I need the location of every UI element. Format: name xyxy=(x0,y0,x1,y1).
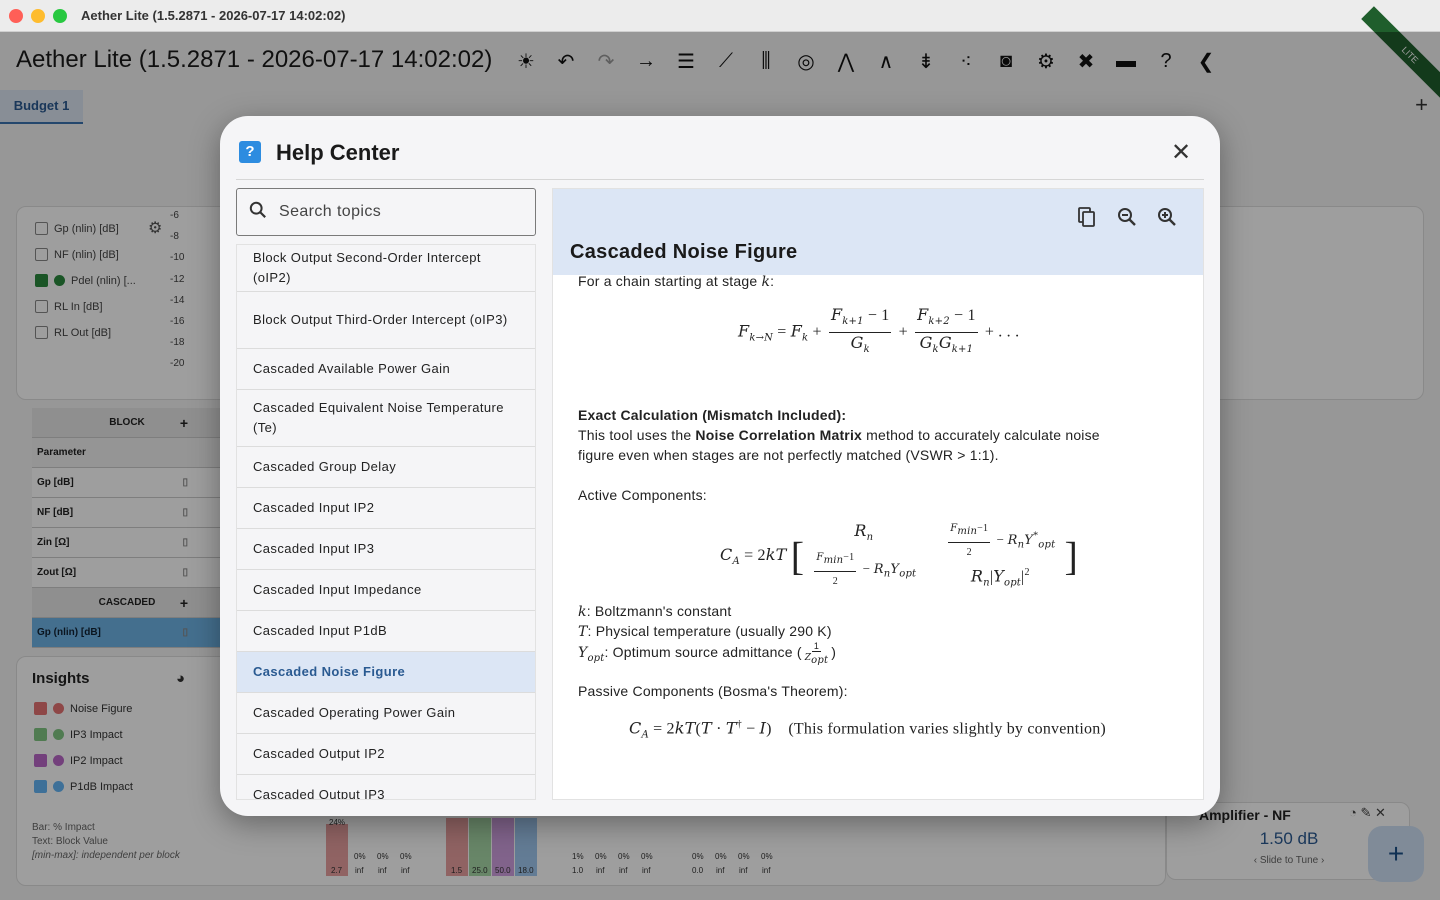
content-title: Cascaded Noise Figure xyxy=(570,241,798,263)
minimize-window-button[interactable] xyxy=(31,8,45,23)
exact-line-2: figure even when stages are not perfectl… xyxy=(578,447,999,463)
content-header: Cascaded Noise Figure xyxy=(553,189,1203,275)
help-content-panel[interactable]: Cascaded Noise Figure For a chain starti… xyxy=(552,188,1204,800)
close-window-button[interactable] xyxy=(9,8,23,23)
passive-heading: Passive Components (Bosma's Theorem): xyxy=(578,683,848,699)
def-T: T: Physical temperature (usually 290 K) xyxy=(578,623,832,640)
divider xyxy=(236,179,1204,180)
intro-var: k xyxy=(761,274,771,290)
exact-line-1: This tool uses the Noise Correlation Mat… xyxy=(578,425,1100,445)
intro-line: For a chain starting at stage k: xyxy=(578,273,775,290)
search-input[interactable] xyxy=(279,199,519,225)
cascade-formula: Fk→N = Fk + Fk+1 − 1 Gk + Fk+2 − 1 GkGk+1 … xyxy=(738,305,1020,356)
topic-item[interactable]: Cascaded Input P1dB xyxy=(237,611,535,652)
topic-item[interactable]: Cascaded Available Power Gain xyxy=(237,349,535,390)
search-field[interactable] xyxy=(236,188,536,236)
topic-list[interactable]: Block Output Second-Order Intercept (oIP… xyxy=(236,244,536,800)
def-T-text: : Physical temperature (usually 290 K) xyxy=(587,623,832,639)
topic-item[interactable]: Cascaded Input Impedance xyxy=(237,570,535,611)
topic-item[interactable]: Cascaded Equivalent Noise Temperature (T… xyxy=(237,390,535,447)
zoom-window-button[interactable] xyxy=(53,8,67,23)
zoom-out-icon[interactable] xyxy=(1115,205,1139,229)
active-formula: CA = 2kT [ Rn Fmin−1 2 − RnYopt Fmin−1 2 − … xyxy=(720,520,1079,589)
exact-bold: Noise Correlation Matrix xyxy=(695,427,863,443)
zoom-in-icon[interactable] xyxy=(1155,205,1179,229)
topic-item[interactable]: Cascaded Operating Power Gain xyxy=(237,693,535,734)
topic-item[interactable]: Cascaded Output IP3 xyxy=(237,775,535,799)
copy-icon[interactable] xyxy=(1075,205,1099,229)
topic-item[interactable]: Block Output Second-Order Intercept (oIP… xyxy=(237,245,535,292)
passive-note: (This formulation varies slightly by con… xyxy=(788,720,1106,738)
dialog-title: Help Center xyxy=(276,140,400,165)
intro-text: For a chain starting at stage xyxy=(578,273,762,289)
topic-item[interactable]: Cascaded Output IP2 xyxy=(237,734,535,775)
window-titlebar: Aether Lite (1.5.2871 - 2026-07-17 14:02… xyxy=(0,0,1440,32)
help-icon: ? xyxy=(239,141,261,163)
exact-text: This tool uses the xyxy=(578,427,696,443)
topic-item[interactable]: Cascaded Input IP2 xyxy=(237,488,535,529)
window-title: Aether Lite (1.5.2871 - 2026-07-17 14:02… xyxy=(81,8,346,23)
def-k-text: : Boltzmann's constant xyxy=(586,603,732,619)
search-icon xyxy=(249,201,266,218)
active-heading: Active Components: xyxy=(578,487,707,503)
def-Y-text: : Optimum source admittance ( xyxy=(604,644,802,661)
exact-text: method to accurately calculate noise xyxy=(862,427,1100,443)
passive-formula: CA = 2kT(T · T† − I) (This formulation v… xyxy=(629,718,1106,741)
topic-item[interactable]: Cascaded Group Delay xyxy=(237,447,535,488)
topic-item-active[interactable]: Cascaded Noise Figure xyxy=(237,652,535,693)
def-Y: Yopt: Optimum source admittance (1 Zopt) xyxy=(578,641,837,666)
help-center-dialog: ? Help Center ✕ Block Output Second-Orde… xyxy=(220,116,1220,816)
exact-heading: Exact Calculation (Mismatch Included): xyxy=(578,407,847,423)
def-k: k: Boltzmann's constant xyxy=(578,603,732,620)
close-icon[interactable]: ✕ xyxy=(1171,138,1191,167)
topic-item[interactable]: Cascaded Input IP3 xyxy=(237,529,535,570)
topic-item[interactable]: Block Output Third-Order Intercept (oIP3… xyxy=(237,292,535,349)
